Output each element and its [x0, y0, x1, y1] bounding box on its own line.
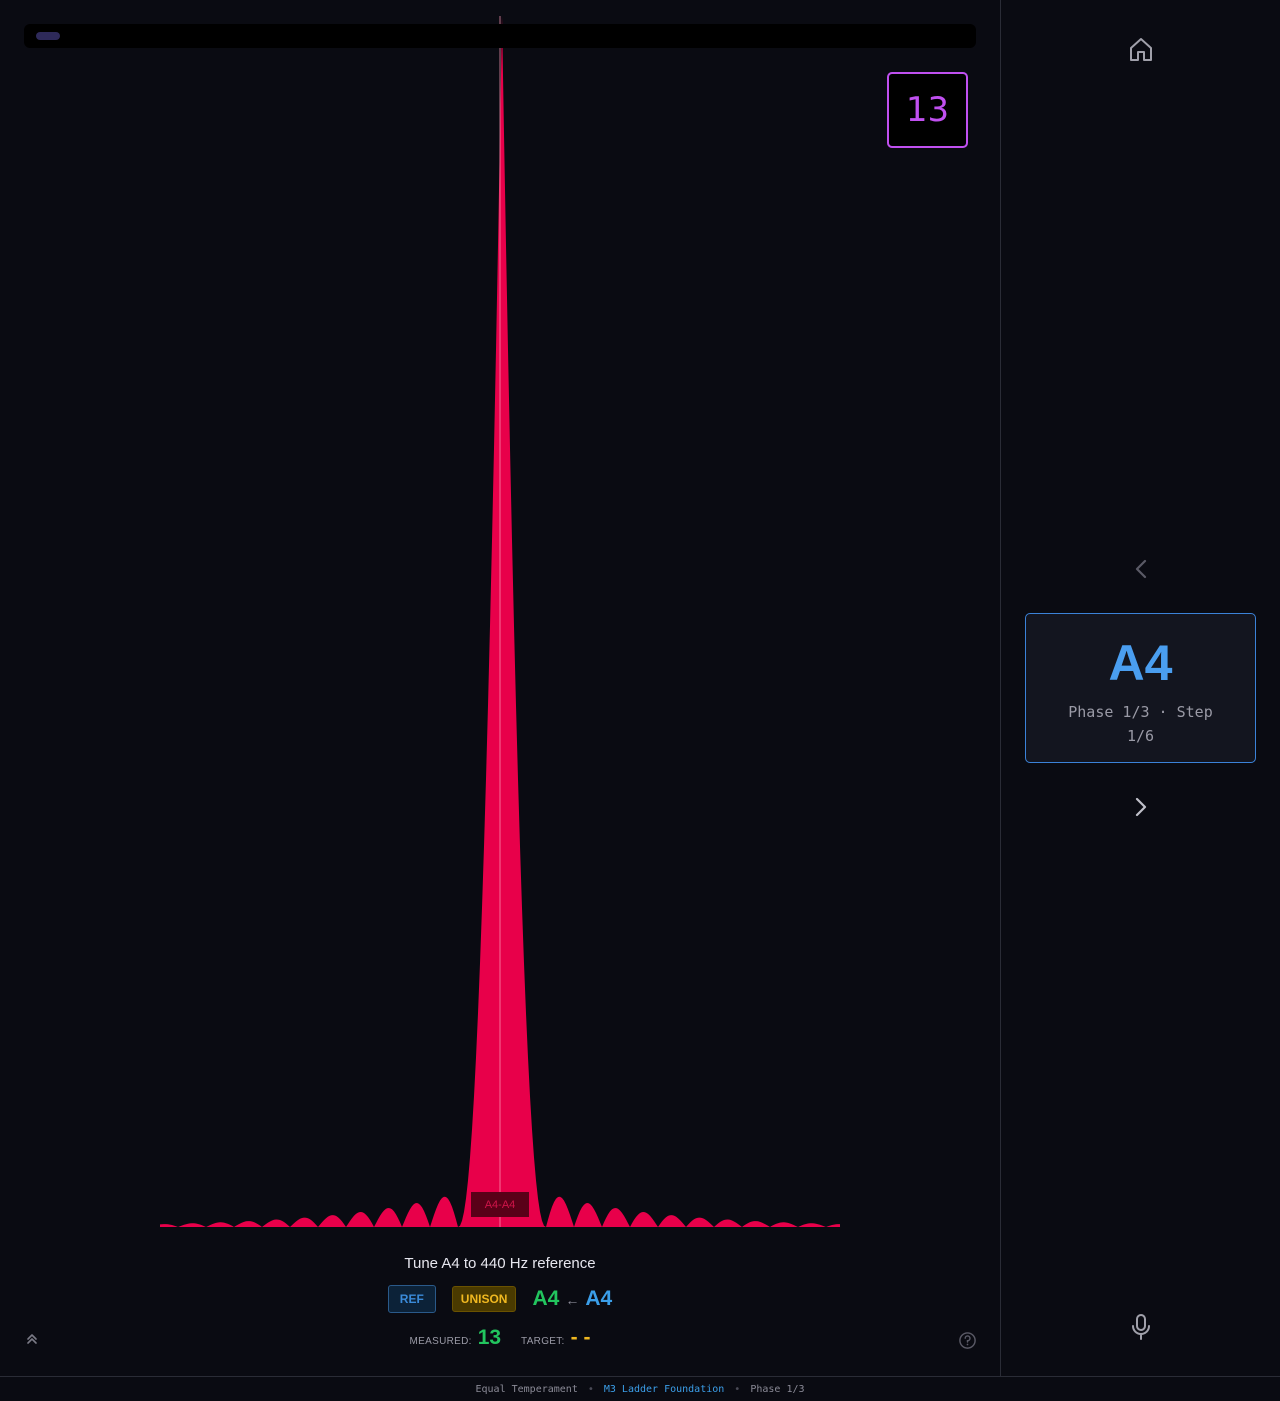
- measured-label: MEASURED:: [409, 1336, 472, 1347]
- target-label: TARGET:: [521, 1336, 565, 1347]
- chevron-right-icon[interactable]: [1130, 795, 1152, 819]
- footer-separator: •: [734, 1383, 741, 1395]
- home-icon[interactable]: [1127, 35, 1155, 63]
- beat-counter: 13: [887, 72, 968, 148]
- from-note: A4: [532, 1287, 560, 1310]
- timeline-scroll-thumb[interactable]: [36, 32, 60, 40]
- footer-separator: •: [587, 1383, 594, 1395]
- footer-phase: Phase 1/3: [750, 1383, 805, 1395]
- main-panel: 13 A4-A4 Tune A4 to 440 Hz reference REF…: [0, 0, 1000, 1376]
- instruction-text: Tune A4 to 440 Hz reference: [404, 1255, 596, 1272]
- sequence-link[interactable]: M3 Ladder Foundation: [604, 1384, 724, 1395]
- chevron-left-icon[interactable]: [1130, 557, 1152, 581]
- interval-badges: REF UNISON A4 ← A4: [0, 1285, 1000, 1313]
- measurement-readout: MEASURED: 13 TARGET: - -: [0, 1326, 1000, 1350]
- ref-badge[interactable]: REF: [387, 1285, 436, 1313]
- unison-badge: UNISON: [451, 1286, 517, 1312]
- help-icon[interactable]: [958, 1331, 977, 1350]
- peak-label: A4-A4: [471, 1192, 529, 1217]
- current-note: A4: [1108, 635, 1173, 691]
- status-footer: Equal Temperament • M3 Ladder Foundation…: [0, 1376, 1280, 1401]
- timeline-scrollbar[interactable]: [24, 24, 976, 48]
- interval-pair: A4 ← A4: [532, 1287, 612, 1311]
- current-step-card: A4 Phase 1/3 · Step 1/6: [1025, 613, 1256, 763]
- left-arrow-icon: ←: [565, 1292, 580, 1308]
- beat-spectrum-chart: [160, 16, 840, 1227]
- microphone-icon[interactable]: [1129, 1313, 1153, 1341]
- target-value: - -: [570, 1326, 591, 1349]
- temperament-label: Equal Temperament: [475, 1383, 578, 1395]
- measured-value: 13: [477, 1326, 502, 1349]
- chevrons-up-icon[interactable]: [24, 1331, 40, 1347]
- phase-step: Phase 1/3 · Step 1/6: [1068, 703, 1213, 745]
- to-note: A4: [585, 1287, 613, 1310]
